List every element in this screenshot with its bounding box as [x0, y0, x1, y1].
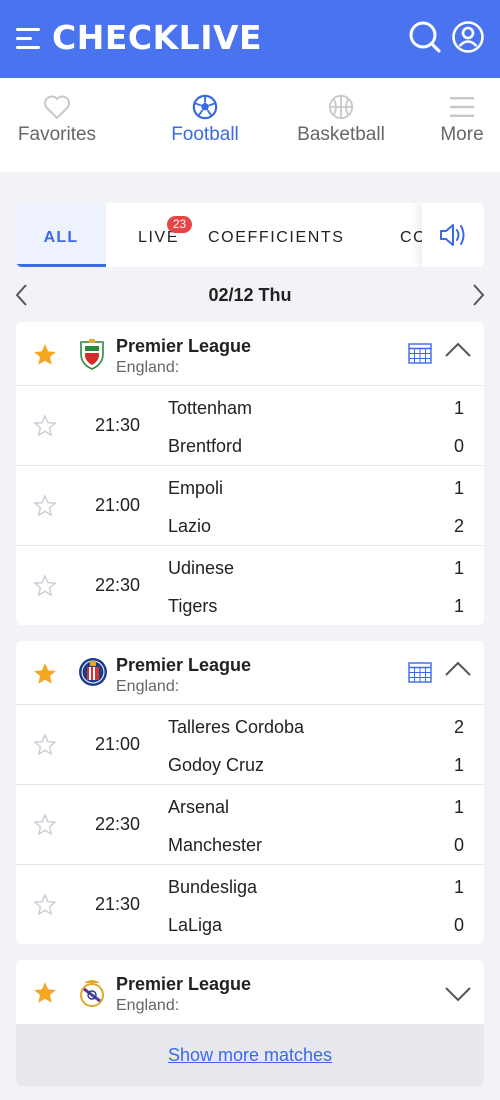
elche-crest-icon [80, 339, 104, 370]
favorite-star-icon[interactable] [32, 661, 58, 687]
league-name: Premier League [116, 655, 252, 675]
match-row[interactable]: 21:30 Bundesliga LaLiga 1 0 [16, 865, 484, 944]
football-icon [192, 94, 218, 120]
home-score: 1 [453, 478, 464, 498]
tab-all[interactable]: ALL [16, 203, 106, 267]
away-team: Lazio [168, 516, 212, 536]
more-icon [450, 97, 474, 117]
away-score: 0 [453, 915, 464, 935]
match-row[interactable]: 21:00 Talleres Cordoba Godoy Cruz 2 1 [16, 705, 484, 785]
home-team: Empoli [168, 478, 224, 498]
favorite-star-icon[interactable] [33, 893, 57, 917]
away-team: Brentford [168, 436, 243, 456]
real-madrid-crest-icon [80, 980, 104, 1007]
away-team: LaLiga [168, 915, 223, 935]
match-row[interactable]: 22:30 Udinese Tigers 1 1 [16, 546, 484, 625]
favorite-star-icon[interactable] [33, 574, 57, 598]
calendar-icon[interactable] [408, 661, 432, 683]
nav-more-label: More [440, 124, 484, 145]
match-time: 21:30 [95, 894, 141, 914]
home-team: Bundesliga [168, 877, 258, 897]
away-team: Godoy Cruz [168, 755, 265, 775]
league-header[interactable]: Premier League England: [16, 641, 484, 705]
getafe-crest-icon [79, 658, 107, 686]
league-card: Premier League England: 21:00 Talleres C… [16, 641, 484, 944]
home-score: 1 [453, 558, 464, 578]
match-row[interactable]: 21:30 Tottenham Brentford 1 0 [16, 386, 484, 466]
show-more-matches-link[interactable]: Show more matches [16, 1024, 484, 1086]
calendar-icon[interactable] [408, 342, 432, 364]
match-time: 22:30 [95, 814, 141, 834]
league-name: Premier League [116, 974, 252, 994]
favorite-star-icon[interactable] [33, 733, 57, 757]
match-time: 22:30 [95, 575, 141, 595]
search-icon[interactable] [408, 20, 442, 54]
home-team: Udinese [168, 558, 235, 578]
menu-icon[interactable] [16, 26, 42, 52]
basketball-icon [328, 94, 354, 120]
match-time: 21:00 [95, 495, 141, 515]
home-team: Talleres Cordoba [168, 717, 305, 737]
league-header[interactable]: Premier League England: [16, 960, 484, 1024]
speaker-icon [440, 224, 465, 246]
home-team: Tottenham [168, 398, 253, 418]
tab-coefficients[interactable]: COEFFICIENTS [208, 203, 345, 267]
match-row[interactable]: 22:30 Arsenal Manchester 1 0 [16, 785, 484, 865]
away-score: 0 [453, 835, 464, 855]
nav-football[interactable]: Football [150, 78, 260, 172]
match-time: 21:30 [95, 415, 141, 435]
chevron-down-icon[interactable] [444, 984, 472, 1004]
league-name: Premier League [116, 336, 252, 356]
date-navigator: 02/12 Thu [0, 276, 500, 316]
league-card: Premier League England: [16, 960, 484, 1024]
home-score: 1 [453, 398, 464, 418]
home-score: 1 [453, 797, 464, 817]
chevron-up-icon[interactable] [444, 659, 472, 679]
away-team: Manchester [168, 835, 263, 855]
favorite-star-icon[interactable] [33, 414, 57, 438]
league-card: Premier League England: 21:30 Tottenham … [16, 322, 484, 625]
chevron-up-icon[interactable] [444, 340, 472, 360]
home-score: 1 [453, 877, 464, 897]
nav-favorites-label: Favorites [17, 124, 97, 145]
nav-football-label: Football [171, 124, 239, 145]
away-score: 1 [453, 755, 464, 775]
sport-nav: Favorites Football Basketball More [0, 78, 500, 172]
tab-live[interactable]: LIVE [138, 203, 179, 267]
nav-more[interactable]: More [430, 78, 494, 172]
user-account-icon[interactable] [451, 20, 485, 54]
away-score: 1 [453, 596, 464, 616]
nav-basketball-label: Basketball [297, 124, 385, 145]
favorite-star-icon[interactable] [33, 813, 57, 837]
app-logo: CHECKLIVE [52, 18, 263, 57]
current-date: 02/12 Thu [208, 285, 292, 305]
match-row[interactable]: 21:00 Empoli Lazio 1 2 [16, 466, 484, 546]
app-header: CHECKLIVE [0, 0, 500, 78]
away-score: 2 [453, 516, 464, 536]
favorite-star-icon[interactable] [32, 342, 58, 368]
live-count-badge: 23 [167, 216, 192, 233]
match-time: 21:00 [95, 734, 141, 754]
home-team: Arsenal [168, 797, 230, 817]
league-country: England: [116, 359, 180, 376]
chevron-right-icon[interactable] [468, 282, 488, 308]
sound-button[interactable] [422, 203, 484, 267]
away-team: Tigers [168, 596, 218, 616]
favorite-star-icon[interactable] [33, 494, 57, 518]
nav-favorites[interactable]: Favorites [0, 78, 114, 172]
league-header[interactable]: Premier League England: [16, 322, 484, 386]
favorite-star-icon[interactable] [32, 980, 58, 1006]
nav-basketball[interactable]: Basketball [286, 78, 396, 172]
league-country: England: [116, 678, 180, 695]
filter-tabs: ALL LIVE 23 COEFFICIENTS CO [16, 203, 484, 267]
heart-icon [44, 95, 70, 120]
away-score: 0 [453, 436, 464, 456]
home-score: 2 [453, 717, 464, 737]
league-country: England: [116, 997, 180, 1014]
